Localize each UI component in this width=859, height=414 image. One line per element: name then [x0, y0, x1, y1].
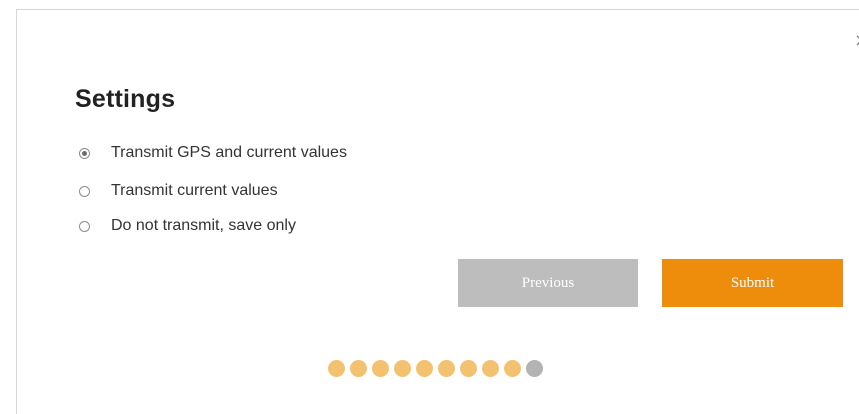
progress-dot-completed	[350, 360, 367, 377]
progress-dot-completed	[460, 360, 477, 377]
progress-dot-completed	[328, 360, 345, 377]
option-label: Transmit GPS and current values	[111, 144, 347, 161]
settings-dialog: × Settings Transmit GPS and current valu…	[16, 9, 859, 414]
option-label: Do not transmit, save only	[111, 217, 296, 234]
radio-transmit-current[interactable]	[79, 185, 90, 197]
option-do-not-transmit[interactable]: Do not transmit, save only	[79, 216, 296, 236]
progress-dot-completed	[438, 360, 455, 377]
progress-dot-completed	[394, 360, 411, 377]
option-label: Transmit current values	[111, 182, 278, 199]
progress-dots	[328, 360, 543, 378]
progress-dot-current	[526, 360, 543, 377]
radio-do-not-transmit[interactable]	[79, 220, 90, 232]
progress-dot-completed	[416, 360, 433, 377]
submit-button[interactable]: Submit	[662, 259, 843, 307]
close-icon[interactable]: ×	[854, 32, 859, 50]
progress-dot-completed	[504, 360, 521, 377]
option-transmit-current[interactable]: Transmit current values	[79, 181, 278, 201]
previous-button[interactable]: Previous	[458, 259, 638, 307]
option-transmit-gps-and-current[interactable]: Transmit GPS and current values	[79, 143, 347, 163]
progress-dot-completed	[372, 360, 389, 377]
radio-transmit-gps-and-current[interactable]	[79, 147, 90, 159]
dialog-title: Settings	[75, 85, 176, 113]
progress-dot-completed	[482, 360, 499, 377]
